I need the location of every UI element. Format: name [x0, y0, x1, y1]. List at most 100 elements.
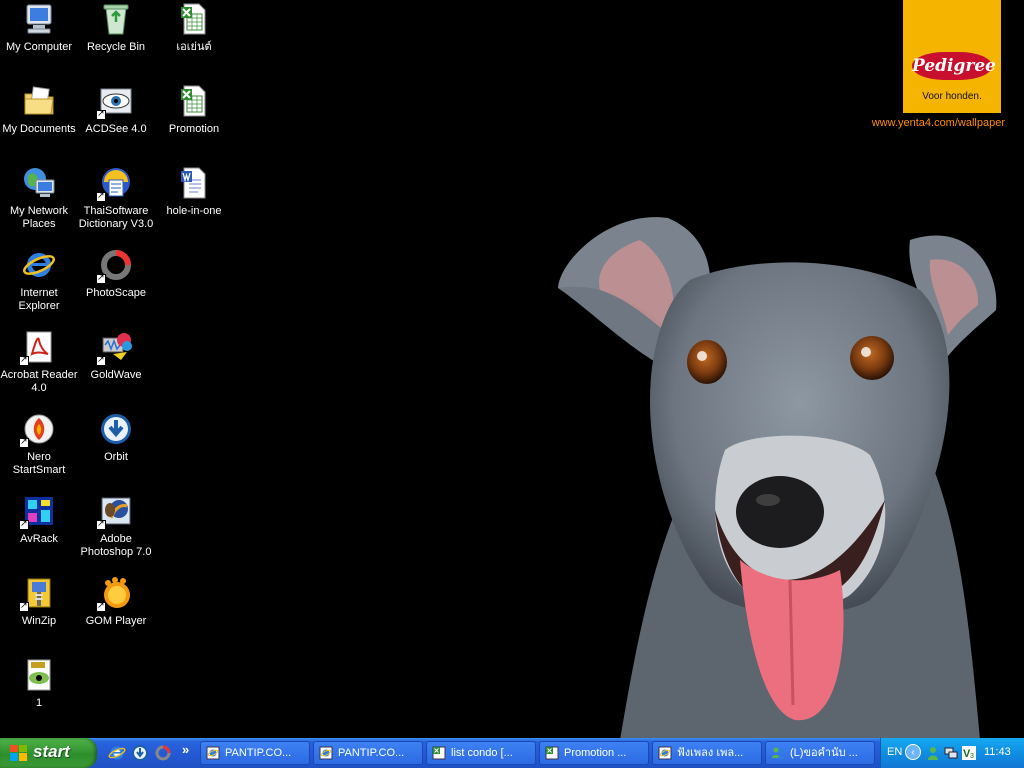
desktop-icon-label: hole-in-one [166, 205, 222, 217]
desktop-icon-label: ThaiSoftware Dictionary V3.0 [78, 205, 154, 230]
word-file-icon [177, 166, 211, 200]
shortcut-arrow-icon [19, 436, 29, 448]
desktop-icon-orbit[interactable]: Orbit [77, 412, 155, 464]
desktop-icon-goldwave[interactable]: GoldWave [77, 330, 155, 382]
orbit-icon [99, 412, 133, 446]
desktop-icon-adobe-photoshop[interactable]: Adobe Photoshop 7.0 [77, 494, 155, 559]
pedigree-wordmark: Pedigree [912, 52, 996, 80]
desktop-icon-label: Acrobat Reader 4.0 [0, 369, 78, 394]
desktop-icon-label: เอเย่นต์ [176, 41, 212, 53]
desktop-icon-agent-file[interactable]: เอเย่นต์ [155, 2, 233, 54]
taskbar-button-list-condo[interactable]: list condo [... [426, 741, 536, 765]
desktop-icon-label: Nero StartSmart [12, 451, 66, 476]
desktop-icon-nero-startsmart[interactable]: Nero StartSmart [0, 412, 78, 477]
taskbar-button-pantip-2[interactable]: PANTIP.CO... [313, 741, 423, 765]
gom-player-icon [96, 576, 133, 612]
desktop-icon-acrobat-reader[interactable]: Acrobat Reader 4.0 [0, 330, 78, 395]
my-documents-icon [22, 84, 56, 118]
desktop[interactable]: Pedigree Voor honden. www.yenta4.com/wal… [0, 0, 1024, 738]
desktop-icon-label: GOM Player [85, 615, 147, 627]
desktop-icon-avrack[interactable]: AvRack [0, 494, 78, 546]
shortcut-arrow-icon [96, 108, 106, 120]
wallpaper-dog-image [558, 217, 997, 738]
shortcut-arrow-icon [19, 518, 29, 530]
desktop-icon-label: PhotoScape [86, 287, 146, 299]
network-tray-icon[interactable] [944, 745, 958, 761]
winzip-icon [19, 576, 56, 612]
excel-window-icon [545, 746, 559, 760]
language-indicator[interactable]: EN [887, 746, 902, 758]
desktop-icon-label: 1 [35, 697, 43, 709]
quick-launch: » [104, 742, 198, 765]
orbit-icon[interactable] [131, 744, 149, 762]
desktop-icon-label: Adobe Photoshop 7.0 [80, 533, 152, 558]
excel-file-icon [177, 2, 211, 36]
taskbar-button-label: ฟังเพลง เพล... [677, 747, 744, 759]
desktop-icon-label: My Documents [2, 123, 76, 135]
desktop-icon-my-computer[interactable]: My Computer [0, 2, 78, 54]
desktop-icon-recycle-bin[interactable]: Recycle Bin [77, 2, 155, 54]
desktop-icon-promotion-file[interactable]: Promotion [155, 84, 233, 136]
start-button[interactable]: start [0, 738, 97, 768]
taskbar-button-label: (L)ขอคำนับ ... [790, 747, 858, 759]
ie-window-icon [319, 746, 333, 760]
desktop-icon-label: ACDSee 4.0 [85, 123, 147, 135]
desktop-icon-label: My Network Places [9, 205, 69, 230]
taskbar-button-msn-chat[interactable]: (L)ขอคำนับ ... [765, 741, 875, 765]
desktop-icon-gom-player[interactable]: GOM Player [77, 576, 155, 628]
desktop-icon-label: AvRack [20, 533, 58, 545]
shortcut-arrow-icon [96, 518, 106, 530]
excel-window-icon [432, 746, 446, 760]
taskbar-button-pantip-1[interactable]: PANTIP.CO... [200, 741, 310, 765]
desktop-icon-hole-in-one[interactable]: hole-in-one [155, 166, 233, 218]
wallpaper-url: www.yenta4.com/wallpaper [871, 117, 1005, 129]
desktop-icon-label: My Computer [5, 41, 73, 53]
desktop-icon-label: GoldWave [90, 369, 142, 381]
desktop-icon-thaisoftware-dictionary[interactable]: ThaiSoftware Dictionary V3.0 [77, 166, 155, 231]
quick-launch-chevron-icon[interactable]: » [182, 742, 189, 757]
my-computer-icon [22, 2, 56, 36]
ie-window-icon [206, 746, 220, 760]
taskbar-button-promotion[interactable]: Promotion ... [539, 741, 649, 765]
shortcut-arrow-icon [96, 354, 106, 366]
start-label: start [33, 742, 70, 761]
windows-flag-icon [10, 745, 27, 761]
acrobat-reader-icon [19, 330, 56, 366]
desktop-icon-photoscape[interactable]: PhotoScape [77, 248, 155, 300]
desktop-icon-label: Promotion [168, 123, 220, 135]
pedigree-logo: Pedigree Voor honden. [903, 0, 1001, 113]
antivirus-tray-icon[interactable]: V3 [962, 745, 976, 761]
shortcut-arrow-icon [19, 354, 29, 366]
shortcut-arrow-icon [96, 272, 106, 284]
photoscape-icon [96, 248, 133, 284]
taskbar-button-label: list condo [... [451, 747, 513, 759]
recycle-bin-icon [99, 2, 133, 36]
thaisoftware-dictionary-icon [96, 166, 133, 202]
show-hidden-icons-button[interactable]: ‹ [905, 744, 921, 760]
desktop-icon-1-jpg[interactable]: 1 [0, 658, 78, 710]
desktop-icon-label: Recycle Bin [86, 41, 146, 53]
avrack-icon [19, 494, 56, 530]
desktop-icon-acdsee[interactable]: ACDSee 4.0 [77, 84, 155, 136]
shortcut-arrow-icon [96, 600, 106, 612]
desktop-icon-my-documents[interactable]: My Documents [0, 84, 78, 136]
msn-tray-icon[interactable] [926, 745, 940, 761]
taskbar-button-label: PANTIP.CO... [338, 747, 405, 759]
excel-file-icon [177, 84, 211, 118]
jpg-file-icon [22, 658, 56, 692]
internet-explorer-icon[interactable] [108, 744, 126, 762]
desktop-icon-winzip[interactable]: WinZip [0, 576, 78, 628]
photoshop-icon [96, 494, 133, 530]
desktop-icon-internet-explorer[interactable]: Internet Explorer [0, 248, 78, 313]
photoscape-icon[interactable] [154, 744, 172, 762]
goldwave-icon [96, 330, 133, 366]
clock[interactable]: 11:43 [984, 746, 1011, 758]
msn-window-icon [772, 747, 785, 759]
taskbar-button-label: PANTIP.CO... [225, 747, 292, 759]
acdsee-icon [96, 84, 133, 120]
nero-icon [19, 412, 56, 448]
desktop-icon-network-places[interactable]: My Network Places [0, 166, 78, 231]
taskbar-button-music[interactable]: ฟังเพลง เพล... [652, 741, 762, 765]
shortcut-arrow-icon [19, 600, 29, 612]
taskbar: start » PANTIP.CO... PANTIP.CO... list c… [0, 738, 1024, 768]
